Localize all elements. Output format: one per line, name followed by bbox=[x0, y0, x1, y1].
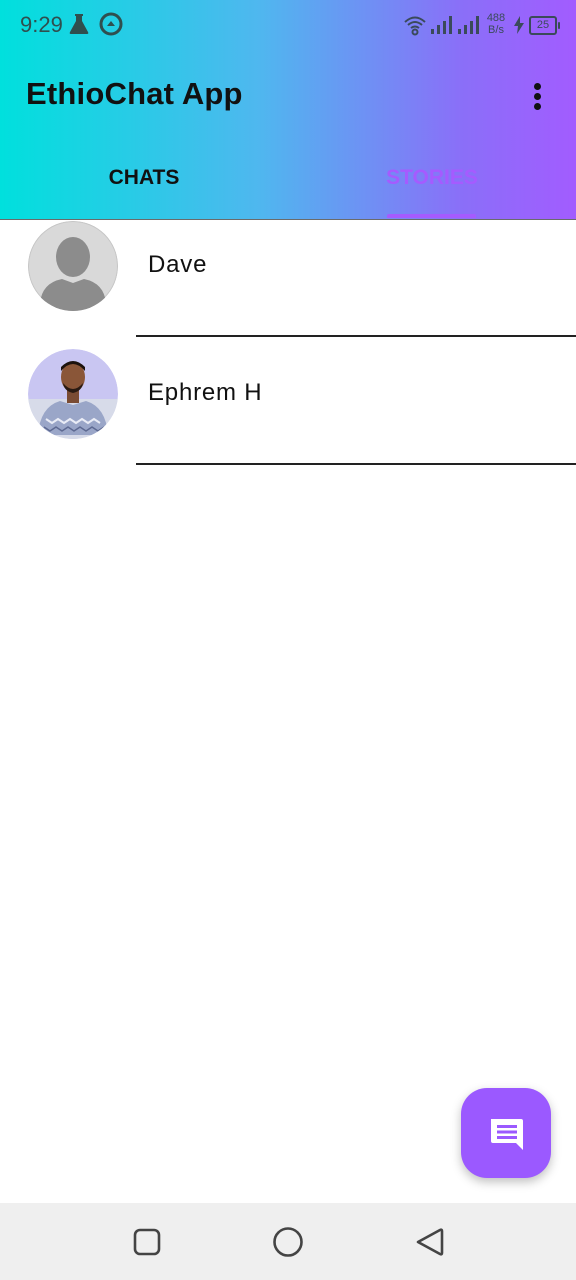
charging-icon bbox=[513, 16, 525, 39]
divider bbox=[136, 463, 576, 465]
tab-chats[interactable]: CHATS bbox=[0, 150, 288, 219]
app-header: 9:29 488 B/s 25 EthioChat App CHATS STOR… bbox=[0, 0, 576, 220]
divider bbox=[136, 335, 576, 337]
recents-square-icon[interactable] bbox=[133, 1228, 161, 1261]
tab-stories[interactable]: STORIES bbox=[288, 150, 576, 219]
back-triangle-icon[interactable] bbox=[413, 1226, 445, 1263]
more-dot bbox=[534, 93, 541, 100]
app-title: EthioChat App bbox=[26, 76, 243, 111]
net-speed-value: 488 bbox=[486, 12, 506, 24]
wifi-icon bbox=[403, 14, 427, 41]
navigation-bar bbox=[0, 1203, 576, 1280]
tab-indicator bbox=[387, 214, 476, 218]
chat-list-screen: 9:29 488 B/s 25 EthioChat App CHATS STOR… bbox=[0, 0, 576, 1280]
home-circle-icon[interactable] bbox=[272, 1226, 304, 1263]
flask-icon bbox=[68, 12, 90, 41]
default-person-avatar bbox=[28, 221, 118, 311]
status-time: 9:29 bbox=[20, 12, 63, 37]
signal-icon bbox=[431, 16, 453, 39]
sync-icon bbox=[99, 12, 123, 41]
battery-icon: 25 bbox=[529, 16, 560, 35]
chat-name: Ephrem H bbox=[148, 379, 263, 406]
more-vert-icon[interactable] bbox=[520, 78, 556, 114]
chat-list-item[interactable]: Dave bbox=[0, 219, 576, 347]
chat-list-item[interactable]: Ephrem H bbox=[0, 347, 576, 475]
net-speed-unit: B/s bbox=[488, 24, 504, 36]
new-message-button[interactable] bbox=[461, 1088, 551, 1178]
signal-icon bbox=[458, 16, 480, 39]
status-bar: 9:29 488 B/s 25 bbox=[0, 0, 576, 52]
more-dot bbox=[534, 103, 541, 110]
net-speed: 488 B/s bbox=[484, 12, 508, 36]
profile-photo bbox=[28, 349, 118, 439]
more-dot bbox=[534, 83, 541, 90]
chat-name: Dave bbox=[148, 251, 208, 278]
